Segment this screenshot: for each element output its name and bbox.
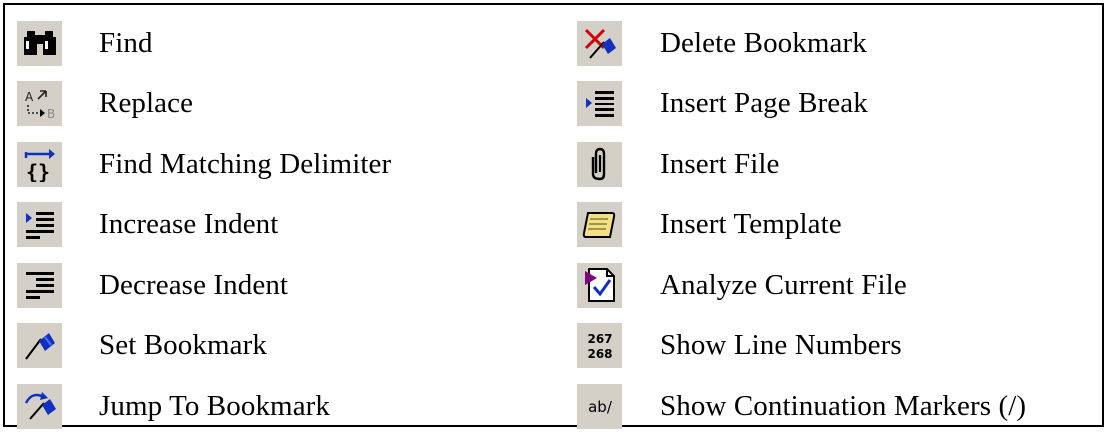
legend-item-delete-bookmark: Delete Bookmark	[577, 13, 1026, 74]
legend-label: Set Bookmark	[99, 329, 267, 362]
replace-icon-letter-a: A	[25, 90, 34, 104]
legend-label: Replace	[99, 87, 194, 120]
analyze-file-icon	[577, 262, 622, 308]
page-break-icon	[577, 81, 622, 127]
legend-label: Analyze Current File	[660, 268, 907, 301]
legend-item-replace: A B Replace	[17, 74, 391, 135]
legend-item-show-continuation-markers: ab/ Show Continuation Markers (/)	[577, 376, 1026, 437]
legend-item-analyze-current-file: Analyze Current File	[577, 255, 1026, 316]
legend-item-insert-template: Insert Template	[577, 195, 1026, 256]
legend-label: Show Continuation Markers (/)	[660, 389, 1027, 422]
legend-label: Increase Indent	[99, 208, 279, 241]
legend-label: Insert Page Break	[660, 87, 868, 120]
legend-item-decrease-indent: Decrease Indent	[17, 255, 391, 316]
matching-delimiter-icon: {}	[17, 141, 62, 187]
set-bookmark-icon	[17, 323, 62, 369]
left-column: Find A B Replace {} Find Matching Delimi…	[17, 13, 391, 437]
decrease-indent-icon	[17, 262, 62, 308]
legend-label: Decrease Indent	[99, 268, 289, 301]
legend-item-show-line-numbers: 267 268 Show Line Numbers	[577, 316, 1026, 377]
scroll-template-icon	[577, 202, 622, 248]
legend-label: Find	[99, 26, 153, 59]
toolbar-legend-panel: Find A B Replace {} Find Matching Delimi…	[3, 3, 1104, 429]
legend-label: Insert Template	[660, 208, 842, 241]
legend-item-jump-to-bookmark: Jump To Bookmark	[17, 376, 391, 437]
delimiter-braces-glyph: {}	[26, 160, 50, 182]
continuation-marker-icon: ab/	[577, 383, 622, 429]
line-number-top: 267	[587, 332, 612, 346]
legend-label: Delete Bookmark	[660, 26, 867, 59]
delete-bookmark-icon	[577, 20, 622, 66]
legend-label: Find Matching Delimiter	[99, 147, 392, 180]
continuation-marker-glyph: ab/	[588, 398, 613, 416]
legend-item-set-bookmark: Set Bookmark	[17, 316, 391, 377]
right-column: Delete Bookmark Insert Page Break Insert…	[577, 13, 1026, 437]
legend-item-find: Find	[17, 13, 391, 74]
increase-indent-icon	[17, 202, 62, 248]
legend-label: Show Line Numbers	[660, 329, 902, 362]
legend-label: Insert File	[660, 147, 780, 180]
paperclip-icon	[577, 141, 622, 187]
legend-item-find-matching-delimiter: {} Find Matching Delimiter	[17, 134, 391, 195]
line-numbers-icon: 267 268	[577, 323, 622, 369]
replace-icon: A B	[17, 81, 62, 127]
legend-item-insert-page-break: Insert Page Break	[577, 74, 1026, 135]
legend-item-increase-indent: Increase Indent	[17, 195, 391, 256]
legend-item-insert-file: Insert File	[577, 134, 1026, 195]
line-number-bottom: 268	[587, 347, 612, 361]
jump-to-bookmark-icon	[17, 383, 62, 429]
binoculars-icon	[17, 20, 62, 66]
legend-label: Jump To Bookmark	[99, 389, 331, 422]
replace-icon-letter-b: B	[47, 107, 55, 121]
